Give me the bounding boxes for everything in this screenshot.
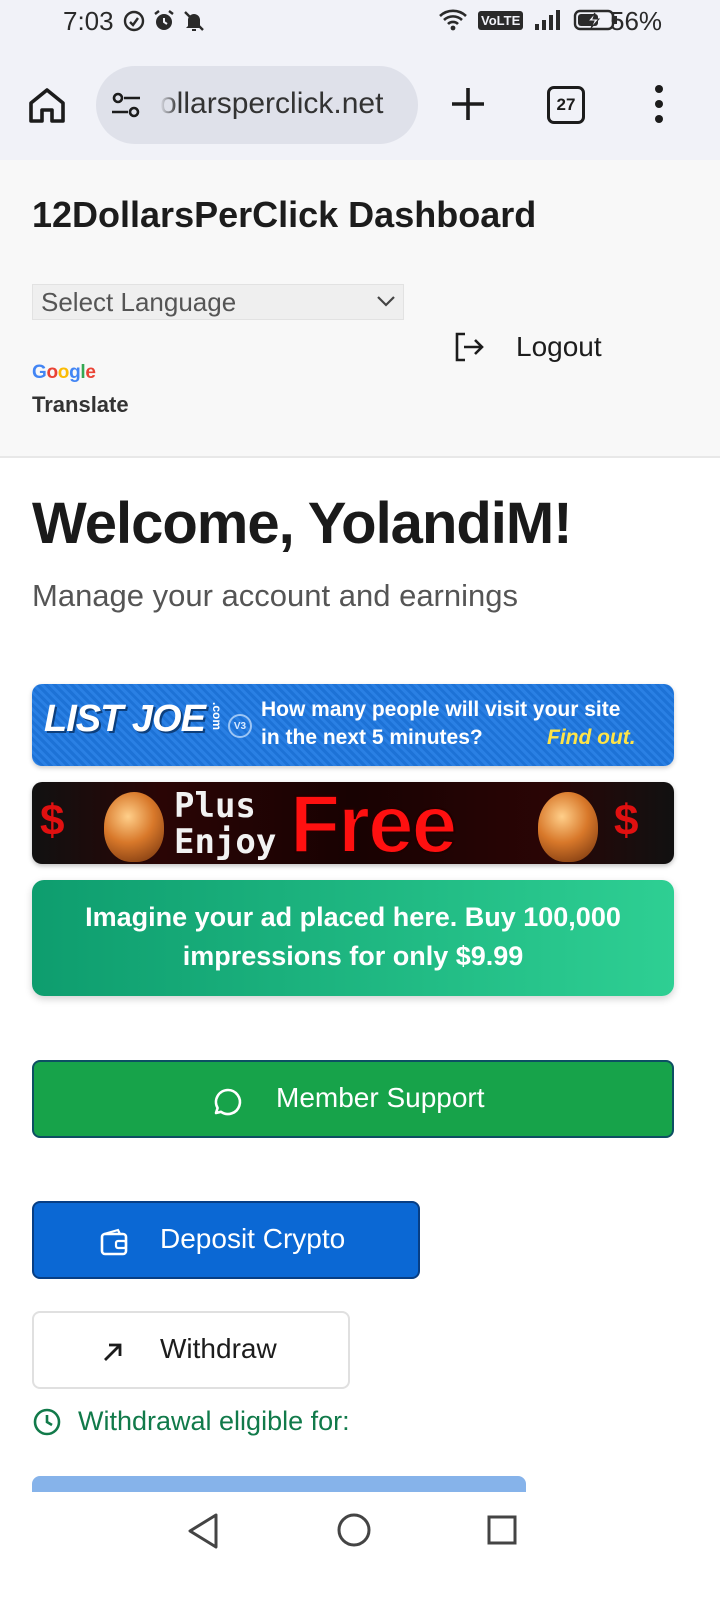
coin-pile-left-image (104, 792, 164, 862)
home-icon[interactable] (26, 84, 68, 126)
battery-percent: 56% (610, 6, 663, 36)
more-menu-icon[interactable] (650, 84, 668, 124)
free-ad-big-text: Free (289, 782, 458, 864)
clock: 7:03 (63, 6, 114, 36)
recent-apps-icon[interactable] (486, 1514, 518, 1546)
logout-icon (455, 332, 484, 362)
home-circle-icon[interactable] (336, 1512, 372, 1548)
bell-off-icon (184, 11, 204, 31)
translate-label: Translate (32, 392, 129, 417)
promo-line1: Imagine your ad placed here. Buy 100,000 (85, 902, 621, 932)
member-support-label: Member Support (276, 1082, 485, 1113)
language-select[interactable]: Select Language (32, 284, 404, 320)
free-ad-line1: Plus (174, 786, 256, 826)
tab-switcher-button[interactable]: 27 (547, 86, 585, 124)
free-ad-banner[interactable]: $ Plus Enjoy Free $ (32, 782, 674, 864)
wifi-icon (439, 9, 467, 31)
dollar-symbol-right: $ (614, 796, 639, 845)
listjoe-logo-text: LIST JOE (44, 698, 206, 740)
withdraw-label: Withdraw (160, 1333, 277, 1364)
listjoe-version-badge: V3 (228, 714, 252, 738)
back-icon[interactable] (186, 1512, 220, 1550)
browser-toolbar: ollarsperclick.net 27 (0, 44, 720, 162)
listjoe-cta: Find out. (547, 726, 636, 749)
member-support-button[interactable]: Member Support (32, 1060, 674, 1138)
site-settings-icon[interactable] (110, 90, 142, 120)
google-logo: Google (32, 362, 96, 383)
logout-label: Logout (516, 331, 602, 362)
welcome-subtitle: Manage your account and earnings (32, 578, 518, 613)
chevron-down-icon (377, 296, 395, 307)
listjoe-domain: .com (210, 702, 224, 731)
new-tab-icon[interactable] (448, 84, 488, 124)
listjoe-line2: in the next 5 minutes? (261, 726, 483, 749)
dollar-symbol-left: $ (40, 796, 65, 845)
address-bar[interactable]: ollarsperclick.net (96, 66, 418, 144)
arrow-up-right-icon (104, 1343, 122, 1361)
withdrawal-eligibility: Withdrawal eligible for: (32, 1406, 350, 1437)
listjoe-line1: How many people will visit your site (261, 698, 621, 721)
partially-visible-button[interactable] (32, 1476, 526, 1492)
site-title: 12DollarsPerClick Dashboard (32, 194, 537, 235)
listjoe-ad-banner[interactable]: LIST JOE .com V3 How many people will vi… (32, 684, 674, 766)
welcome-heading: Welcome, YolandiM! (32, 491, 573, 556)
promo-line2: impressions for only $9.99 (182, 941, 524, 971)
withdrawal-eligible-label: Withdrawal eligible for: (78, 1406, 350, 1436)
free-ad-line2: Enjoy (174, 822, 277, 862)
clock-icon (33, 1408, 61, 1435)
chat-bubble-icon (214, 1088, 242, 1116)
alarm-icon (154, 10, 174, 30)
system-navigation-bar (0, 1492, 720, 1600)
wallet-icon (100, 1228, 128, 1256)
url-text[interactable]: ollarsperclick.net (160, 87, 410, 121)
deposit-crypto-button[interactable]: Deposit Crypto (32, 1201, 420, 1279)
coin-pile-right-image (538, 792, 598, 862)
signal-icon (535, 10, 561, 30)
language-select-value: Select Language (41, 287, 237, 317)
deposit-crypto-label: Deposit Crypto (160, 1223, 346, 1254)
logout-button[interactable]: Logout (452, 330, 602, 364)
sync-icon (123, 10, 145, 32)
volte-badge: VoLTE (478, 10, 524, 30)
promo-ad-banner[interactable]: Imagine your ad placed here. Buy 100,000… (32, 880, 674, 996)
status-bar: 7:03 VoLTE 56% (0, 0, 720, 44)
withdraw-button[interactable]: Withdraw (32, 1311, 350, 1389)
site-header: 12DollarsPerClick Dashboard Select Langu… (0, 160, 720, 458)
